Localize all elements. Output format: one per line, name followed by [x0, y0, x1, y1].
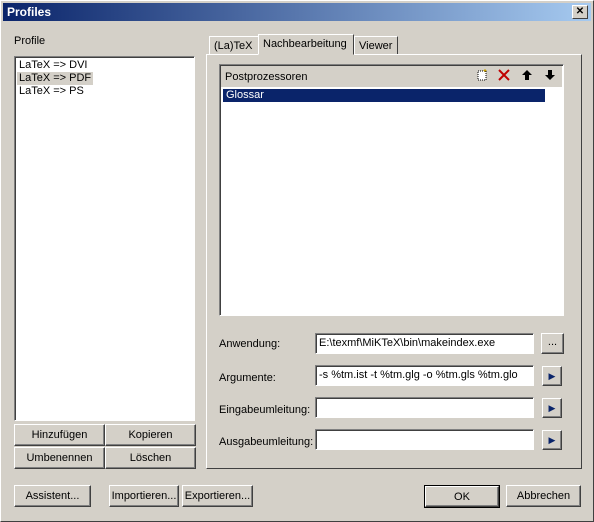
delete-profile-button[interactable]: Löschen: [105, 447, 196, 469]
arrow-right-icon: ▶: [548, 435, 556, 445]
eingabe-menu-button[interactable]: ▶: [542, 398, 562, 418]
argumente-field[interactable]: -s %tm.ist -t %tm.glg -o %tm.gls %tm.glo: [315, 365, 534, 386]
move-down-icon[interactable]: [544, 69, 556, 81]
list-item[interactable]: LaTeX => DVI: [17, 59, 90, 72]
profile-label: Profile: [14, 35, 46, 47]
ausgabe-field[interactable]: [315, 429, 534, 450]
browse-button[interactable]: ...: [541, 333, 564, 354]
arrow-right-icon: ▶: [548, 403, 556, 413]
ausgabe-menu-button[interactable]: ▶: [542, 430, 562, 450]
eingabe-field[interactable]: [315, 397, 534, 418]
anwendung-field[interactable]: E:\texmf\MiKTeX\bin\makeindex.exe: [315, 333, 534, 354]
export-button[interactable]: Exportieren...: [182, 485, 253, 507]
arrow-right-icon: ▶: [548, 371, 556, 381]
anwendung-label: Anwendung:: [219, 338, 281, 350]
window-title: Profiles: [7, 5, 52, 19]
postprocessor-list[interactable]: Postprozessoren Glossar: [219, 64, 564, 316]
postprocessor-header-label: Postprozessoren: [225, 71, 308, 83]
argumente-menu-button[interactable]: ▶: [542, 366, 562, 386]
tab-latex[interactable]: (La)TeX: [209, 36, 259, 55]
argumente-label: Argumente:: [219, 372, 276, 384]
eingabe-label: Eingabeumleitung:: [219, 404, 311, 416]
list-item[interactable]: LaTeX => PDF: [17, 72, 94, 85]
tab-viewer[interactable]: Viewer: [354, 36, 398, 55]
tab-nachbearbeitung[interactable]: Nachbearbeitung: [258, 34, 354, 55]
new-icon[interactable]: [476, 69, 488, 81]
import-button[interactable]: Importieren...: [109, 485, 179, 507]
assistant-button[interactable]: Assistent...: [14, 485, 91, 507]
move-up-icon[interactable]: [521, 69, 533, 81]
rename-profile-button[interactable]: Umbenennen: [14, 447, 105, 469]
close-button[interactable]: ✕: [572, 5, 588, 19]
copy-profile-button[interactable]: Kopieren: [105, 424, 196, 446]
postprocessor-header: Postprozessoren: [221, 66, 562, 87]
list-item[interactable]: Glossar: [223, 89, 545, 102]
close-icon: ✕: [575, 6, 585, 17]
cancel-button[interactable]: Abbrechen: [506, 485, 581, 507]
add-profile-button[interactable]: Hinzufügen: [14, 424, 105, 446]
profile-list[interactable]: LaTeX => DVI LaTeX => PDF LaTeX => PS: [14, 56, 195, 421]
profiles-dialog: Profiles ✕ Profile LaTeX => DVI LaTeX =>…: [0, 0, 594, 522]
ausgabe-label: Ausgabeumleitung:: [219, 436, 314, 448]
delete-icon[interactable]: [498, 69, 510, 81]
list-item[interactable]: LaTeX => PS: [17, 85, 86, 98]
title-bar: Profiles ✕: [3, 3, 591, 21]
ok-button[interactable]: OK: [424, 485, 500, 508]
